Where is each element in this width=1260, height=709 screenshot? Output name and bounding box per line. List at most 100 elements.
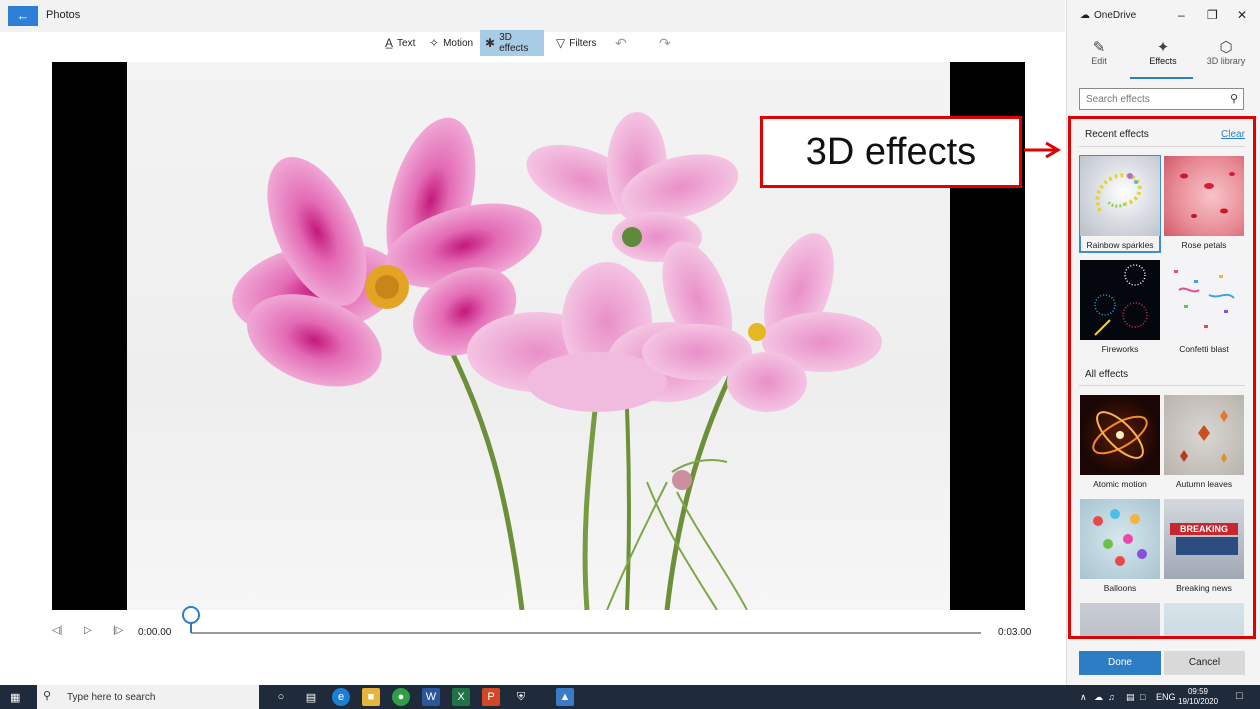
edge-icon[interactable]: e [332,688,350,706]
panel-title: ☁ OneDrive [1080,10,1136,21]
taskbar-search-box[interactable]: ⚲ Type here to search [37,685,259,709]
powerpoint-icon[interactable]: P [482,688,500,706]
redo-icon: ↷ [659,34,671,51]
minimize-button[interactable]: – [1178,8,1185,22]
skip-forward-icon: |▷ [113,625,124,636]
chrome-icon[interactable]: ● [392,688,410,706]
cloud-icon[interactable]: ☁ [1094,692,1103,703]
3d-effects-icon: ✱ [485,36,496,50]
pencil-icon: ✎ [1092,39,1106,56]
text-icon: A̲ [385,36,394,50]
motion-tool-button[interactable]: ✧ Motion [424,30,478,56]
search-placeholder: Search effects [1086,94,1150,105]
breaking-news-thumbnail-text: BREAKING NEWS [1170,523,1238,546]
skip-back-icon: ◁| [52,625,63,636]
annotation-arrow-icon [1024,141,1061,159]
search-effects-input[interactable]: Search effects ⚲ [1079,88,1244,110]
all-effects-heading: All effects [1085,369,1129,380]
text-tool-button[interactable]: A̲ Text [380,30,420,56]
total-time: 0:03.00 [998,627,1032,638]
notifications-icon[interactable]: □ [1236,690,1243,702]
breaking-news-label: Breaking news [1176,583,1232,593]
rose-petals-thumbnail [1164,156,1244,236]
confetti-art [1174,270,1235,328]
volume-icon[interactable]: ♫ [1108,692,1115,702]
taskbar-search-text: Type here to search [67,692,156,703]
back-button[interactable]: ← [8,6,38,26]
fireworks-thumbnail [1080,260,1160,340]
timeline-track[interactable] [191,632,981,634]
atomic-motion-label: Atomic motion [1093,479,1147,489]
partial-thumbnail-2 [1164,603,1244,636]
effect-partial-1[interactable] [1080,603,1160,636]
search-icon[interactable]: ⚲ [1230,92,1238,105]
fireworks-art [1094,264,1148,336]
effect-fireworks[interactable]: Fireworks [1080,260,1160,356]
effect-breaking-news[interactable]: BREAKING NEWS Breaking news [1164,499,1244,595]
playhead-handle[interactable] [182,606,200,624]
taskbar: ▦ ⚲ Type here to search ○ ▤ e ■ ● W X P … [0,685,1260,709]
playhead-stem [190,623,192,633]
editor-toolbar: A̲ Text ✧ Motion ✱ 3D effects ▽ Filters … [0,30,1065,56]
autumn-leaves-label: Autumn leaves [1175,479,1233,489]
word-icon[interactable]: W [422,688,440,706]
tab-edit[interactable]: ✎ Edit [1074,38,1124,66]
task-view-icon[interactable]: ▤ [302,688,320,706]
onedrive-icon: ☁ [1080,10,1090,21]
next-frame-button[interactable]: |▷ [113,625,123,636]
effect-atomic-motion[interactable]: Atomic motion [1080,395,1160,491]
playback-bar: ◁| ▷ |▷ 0:00.00 0:03.00 [0,606,1065,650]
undo-button[interactable]: ↶ [610,30,632,56]
back-arrow-icon: ← [16,8,30,23]
clock-date: 19/10/2020 [1178,697,1219,706]
3d-effects-tool-button[interactable]: ✱ 3D effects [480,30,544,56]
effect-rose-petals[interactable]: Rose petals [1164,156,1244,252]
network-icon[interactable]: ▤ [1126,692,1135,703]
tray-chevron-icon[interactable]: ∧ [1080,692,1087,703]
text-tool-label: Text [397,37,416,49]
filters-tool-button[interactable]: ▽ Filters [551,30,601,56]
restore-button[interactable]: ❐ [1207,8,1218,22]
photos-icon[interactable]: ▲ [556,688,574,706]
close-button[interactable]: ✕ [1237,8,1247,22]
fireworks-label: Fireworks [1101,344,1139,354]
effect-partial-2[interactable] [1164,603,1244,636]
display-icon[interactable]: □ [1140,692,1145,702]
previous-frame-button[interactable]: ◁| [52,625,62,636]
recent-divider [1079,146,1245,147]
cancel-button[interactable]: Cancel [1164,651,1245,675]
effect-balloons[interactable]: Balloons [1080,499,1160,595]
news-banner-shape [1176,537,1238,555]
restore-icon: ❐ [1207,8,1218,22]
balloons-label: Balloons [1103,583,1137,593]
tab-3d-library[interactable]: ⬡ 3D library [1201,38,1251,66]
taskbar-clock[interactable]: 09:59 19/10/2020 [1178,687,1218,707]
motion-tool-label: Motion [443,37,474,49]
app-title: Photos [46,9,81,21]
effect-autumn-leaves[interactable]: Autumn leaves [1164,395,1244,491]
security-icon[interactable]: ⛨ [512,688,530,706]
cortana-icon[interactable]: ○ [272,688,290,706]
done-button[interactable]: Done [1079,651,1161,675]
windows-start-icon[interactable]: ▦ [10,691,20,704]
language-indicator[interactable]: ENG [1156,692,1176,702]
effect-rainbow-sparkles[interactable]: Rainbow sparkles [1079,155,1161,253]
file-explorer-icon[interactable]: ■ [362,688,380,706]
partial-thumbnail-1 [1080,603,1160,636]
tab-effects[interactable]: ✦ Effects [1138,38,1188,66]
leaves-art [1180,410,1228,463]
redo-button[interactable]: ↷ [654,30,676,56]
tab-3d-library-label: 3D library [1206,56,1246,66]
close-icon: ✕ [1237,8,1248,22]
play-button[interactable]: ▷ [84,625,92,636]
minimize-icon: – [1178,8,1185,22]
undo-icon: ↶ [615,34,627,51]
rainbow-sparkles-thumbnail [1080,156,1160,236]
play-icon: ▷ [84,625,92,636]
excel-icon[interactable]: X [452,688,470,706]
tab-edit-label: Edit [1091,56,1107,66]
title-bar: ← Photos [0,0,1065,32]
current-time: 0:00.00 [138,627,172,638]
clear-recent-link[interactable]: Clear [1221,129,1245,140]
effect-confetti-blast[interactable]: Confetti blast [1164,260,1244,356]
